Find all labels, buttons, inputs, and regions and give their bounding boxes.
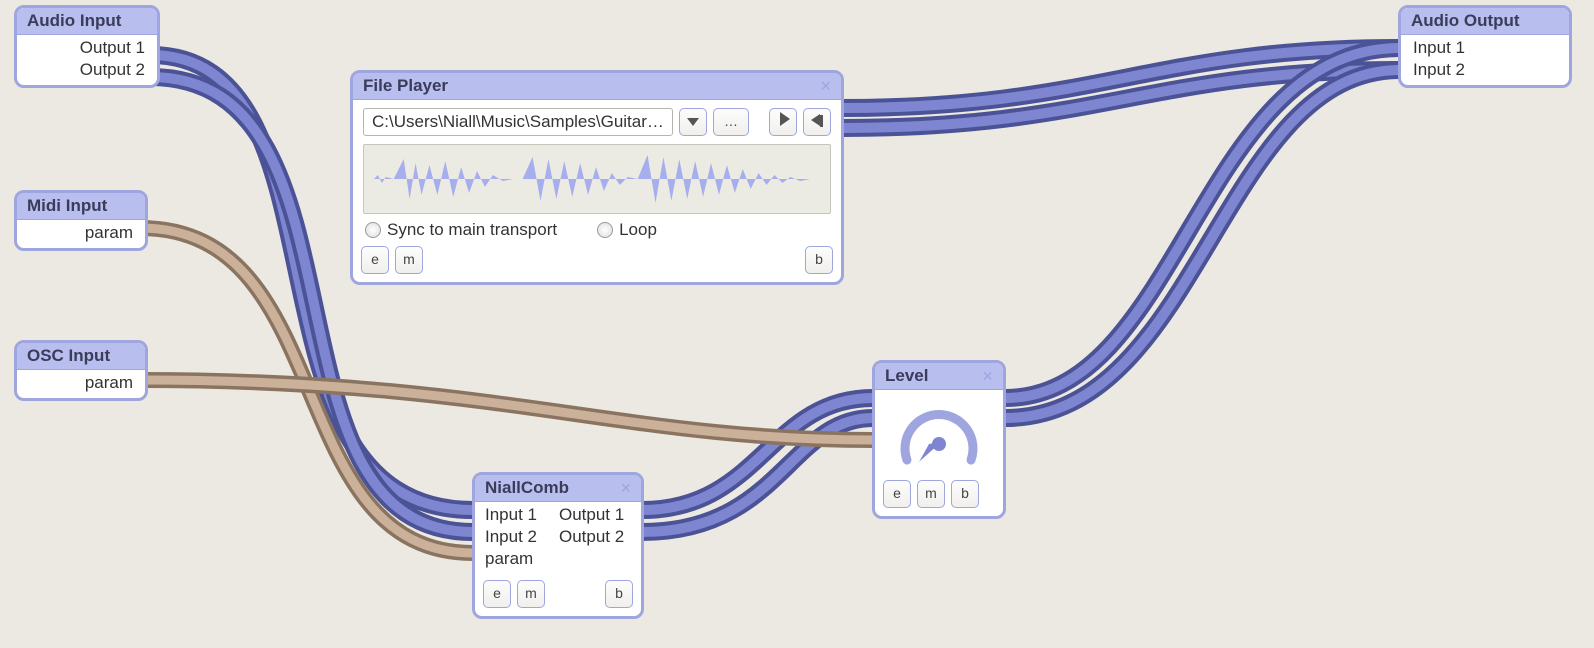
b-button[interactable]: b: [951, 480, 979, 508]
titlebar[interactable]: Audio Output: [1401, 8, 1569, 35]
node-title: Midi Input: [27, 196, 107, 216]
radio-dot-icon: [365, 222, 381, 238]
port-input[interactable]: Input 2: [1413, 59, 1557, 81]
node-audio-input[interactable]: Audio Input Output 1 Output 2: [14, 5, 160, 88]
e-button[interactable]: e: [483, 580, 511, 608]
port-input[interactable]: Input 2: [485, 526, 537, 548]
port-input[interactable]: Input 1: [485, 504, 537, 526]
radio-dot-icon: [597, 222, 613, 238]
e-button[interactable]: e: [883, 480, 911, 508]
node-midi-input[interactable]: Midi Input param: [14, 190, 148, 251]
node-title: File Player: [363, 76, 448, 96]
node-osc-input[interactable]: OSC Input param: [14, 340, 148, 401]
port-output[interactable]: Output 1: [559, 504, 624, 526]
titlebar[interactable]: Audio Input: [17, 8, 157, 35]
titlebar[interactable]: Level ×: [875, 363, 1003, 390]
close-icon[interactable]: ×: [620, 479, 631, 497]
file-path-field[interactable]: C:\Users\Niall\Music\Samples\Guitar…: [363, 108, 673, 136]
node-file-player[interactable]: File Player × C:\Users\Niall\Music\Sampl…: [350, 70, 844, 285]
port-output[interactable]: Output 1: [29, 37, 145, 59]
port-param[interactable]: param: [29, 222, 133, 244]
e-button[interactable]: e: [361, 246, 389, 274]
file-dropdown-button[interactable]: [679, 108, 707, 136]
port-output[interactable]: Output 2: [559, 526, 624, 548]
close-icon[interactable]: ×: [820, 77, 831, 95]
loop-label: Loop: [619, 220, 657, 240]
titlebar[interactable]: NiallComb ×: [475, 475, 641, 502]
rewind-button[interactable]: [803, 108, 831, 136]
b-button[interactable]: b: [805, 246, 833, 274]
port-input[interactable]: Input 1: [1413, 37, 1557, 59]
node-audio-output[interactable]: Audio Output Input 1 Input 2: [1398, 5, 1572, 88]
node-title: Audio Input: [27, 11, 121, 31]
play-button[interactable]: [769, 108, 797, 136]
node-niall-comb[interactable]: NiallComb × Input 1 Input 2 param Output…: [472, 472, 644, 619]
close-icon[interactable]: ×: [982, 367, 993, 385]
waveform-display[interactable]: [363, 144, 831, 214]
port-param[interactable]: param: [29, 372, 133, 394]
node-level[interactable]: Level × e m b: [872, 360, 1006, 519]
sync-label: Sync to main transport: [387, 220, 557, 240]
browse-button[interactable]: …: [713, 108, 749, 136]
port-param[interactable]: param: [485, 548, 537, 570]
titlebar[interactable]: OSC Input: [17, 343, 145, 370]
m-button[interactable]: m: [395, 246, 423, 274]
m-button[interactable]: m: [917, 480, 945, 508]
patch-canvas[interactable]: Audio Input Output 1 Output 2 Midi Input…: [0, 0, 1594, 648]
node-title: Audio Output: [1411, 11, 1520, 31]
level-dial[interactable]: [875, 390, 1003, 476]
node-title: OSC Input: [27, 346, 110, 366]
titlebar[interactable]: File Player ×: [353, 73, 841, 100]
loop-radio[interactable]: Loop: [597, 220, 657, 240]
node-title: NiallComb: [485, 478, 569, 498]
m-button[interactable]: m: [517, 580, 545, 608]
sync-radio[interactable]: Sync to main transport: [365, 220, 557, 240]
b-button[interactable]: b: [605, 580, 633, 608]
titlebar[interactable]: Midi Input: [17, 193, 145, 220]
port-output[interactable]: Output 2: [29, 59, 145, 81]
node-title: Level: [885, 366, 928, 386]
